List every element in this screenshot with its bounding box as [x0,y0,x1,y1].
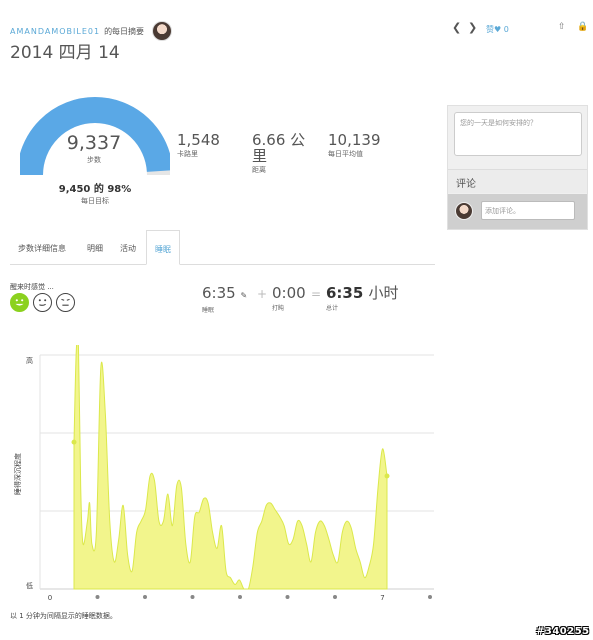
distance-label: 距离 [252,166,266,174]
lock-icon[interactable]: 🔒 [577,22,588,32]
tab-sleep[interactable]: 睡眠 [146,230,180,265]
x-tick-dot [95,595,100,599]
wake-feeling-label: 醒来时感觉 ... [10,283,54,291]
steps-value: 9,337 [66,132,122,154]
side-panel: 您的一天是如何安排的？ 评论 添加评论。 [447,105,588,230]
daily-average-label: 每日平均值 [328,150,363,158]
x-tick-dot [190,595,195,599]
x-tick-label: 7 [380,594,384,602]
happy-face-icon[interactable] [10,293,29,312]
distance-value: 6.66 公里 [252,131,306,165]
x-tick-dot [143,595,147,599]
day-plan-input[interactable]: 您的一天是如何安排的？ [454,112,582,156]
y-low-label: 低 [26,581,33,590]
sleep-time-stat: 6:35 ✎ 睡眠 [202,284,247,315]
x-tick-dot [428,595,432,599]
like-count: 0 [503,25,509,34]
sad-face-icon[interactable] [56,293,75,312]
comment-row: 添加评论。 [448,194,587,229]
total-sleep-value: 6:35 [326,284,364,302]
watermark: #340255 [536,626,590,637]
comments-title: 评论 [448,169,587,193]
daily-average-value: 10,139 [328,131,381,149]
daily-average-stat: 10,139 每日平均值 [328,132,381,159]
like-label: 赞 [486,25,494,34]
goal-progress: 9,450 的 98% [58,184,132,195]
heart-icon: ♥ [494,25,502,34]
snooze-label: 打盹 [272,305,285,312]
footer-note: 以 1 分钟为间隔显示的睡眠数据。 [10,612,117,620]
x-tick-dot [333,595,337,599]
goal-label: 每日目标 [81,197,109,205]
sleep-time-value: 6:35 [202,284,236,302]
chevron-left-icon[interactable]: ❮ [452,21,461,34]
summary-label: 的每日摘要 [104,26,145,36]
comment-input[interactable]: 添加评论。 [481,201,575,220]
start-point [71,439,77,445]
end-point [384,473,390,479]
share-icon[interactable]: ⇧ [558,22,566,32]
equals-sign: = [311,287,322,301]
x-tick-dot [238,595,242,599]
username-link[interactable]: AMANDAMOBILE01 [10,27,100,36]
calories-value: 1,548 [177,131,220,149]
avatar[interactable] [152,21,173,41]
snooze-value: 0:00 [272,284,306,302]
neutral-face-icon[interactable] [33,293,52,312]
y-axis-label: 睡得深沉程度 [13,453,22,495]
tab-step-details[interactable]: 步数详细信息 [18,230,66,265]
sleep-chart: 高 低 睡得深沉程度 0 7 [13,345,434,602]
distance-stat: 6.66 公里 距离 [252,132,312,175]
calories-stat: 1,548 卡路里 [177,132,220,159]
snooze-stat: 0:00 打盹 [272,284,306,313]
total-sleep-unit: 小时 [368,284,399,302]
pencil-icon[interactable]: ✎ [240,291,247,300]
avatar [455,202,473,220]
chevron-right-icon[interactable]: ❯ [468,21,477,34]
tab-bar: 步数详细信息 明细 活动 睡眠 [10,230,435,265]
wake-feeling-options [10,293,75,312]
page-title: 2014 四月 14 [10,43,120,63]
sleep-area [73,345,388,590]
tab-activity[interactable]: 活动 [120,230,136,265]
total-sleep-stat: 6:35 小时 总计 [326,284,399,313]
x-tick-dot [285,595,290,599]
y-high-label: 高 [26,356,33,365]
x-tick-label: 0 [48,594,52,602]
steps-label: 步数 [87,156,101,164]
plus-sign: + [257,287,268,301]
total-sleep-label: 总计 [326,305,339,312]
like-button[interactable]: 赞♥ 0 [486,24,509,35]
calories-label: 卡路里 [177,150,198,158]
tab-breakdown[interactable]: 明细 [87,230,103,265]
sleep-time-label: 睡眠 [202,307,215,314]
